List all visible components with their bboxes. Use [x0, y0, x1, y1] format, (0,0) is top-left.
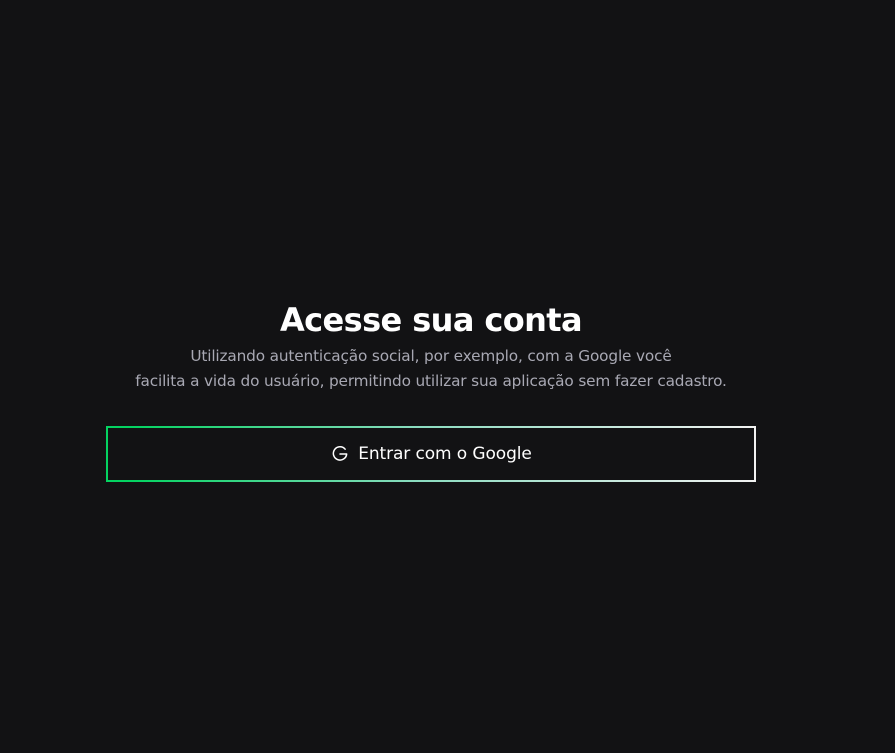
page-subtitle: Utilizando autenticação social, por exem… — [105, 344, 757, 394]
google-login-label: Entrar com o Google — [358, 444, 532, 464]
google-login-button[interactable]: Entrar com o Google — [106, 426, 756, 482]
page-title: Acesse sua conta — [280, 301, 583, 339]
google-icon — [330, 444, 350, 464]
login-page: Acesse sua conta Utilizando autenticação… — [0, 0, 895, 753]
subtitle-line-1: Utilizando autenticação social, por exem… — [190, 347, 672, 365]
subtitle-line-2: facilita a vida do usuário, permitindo u… — [135, 372, 727, 390]
